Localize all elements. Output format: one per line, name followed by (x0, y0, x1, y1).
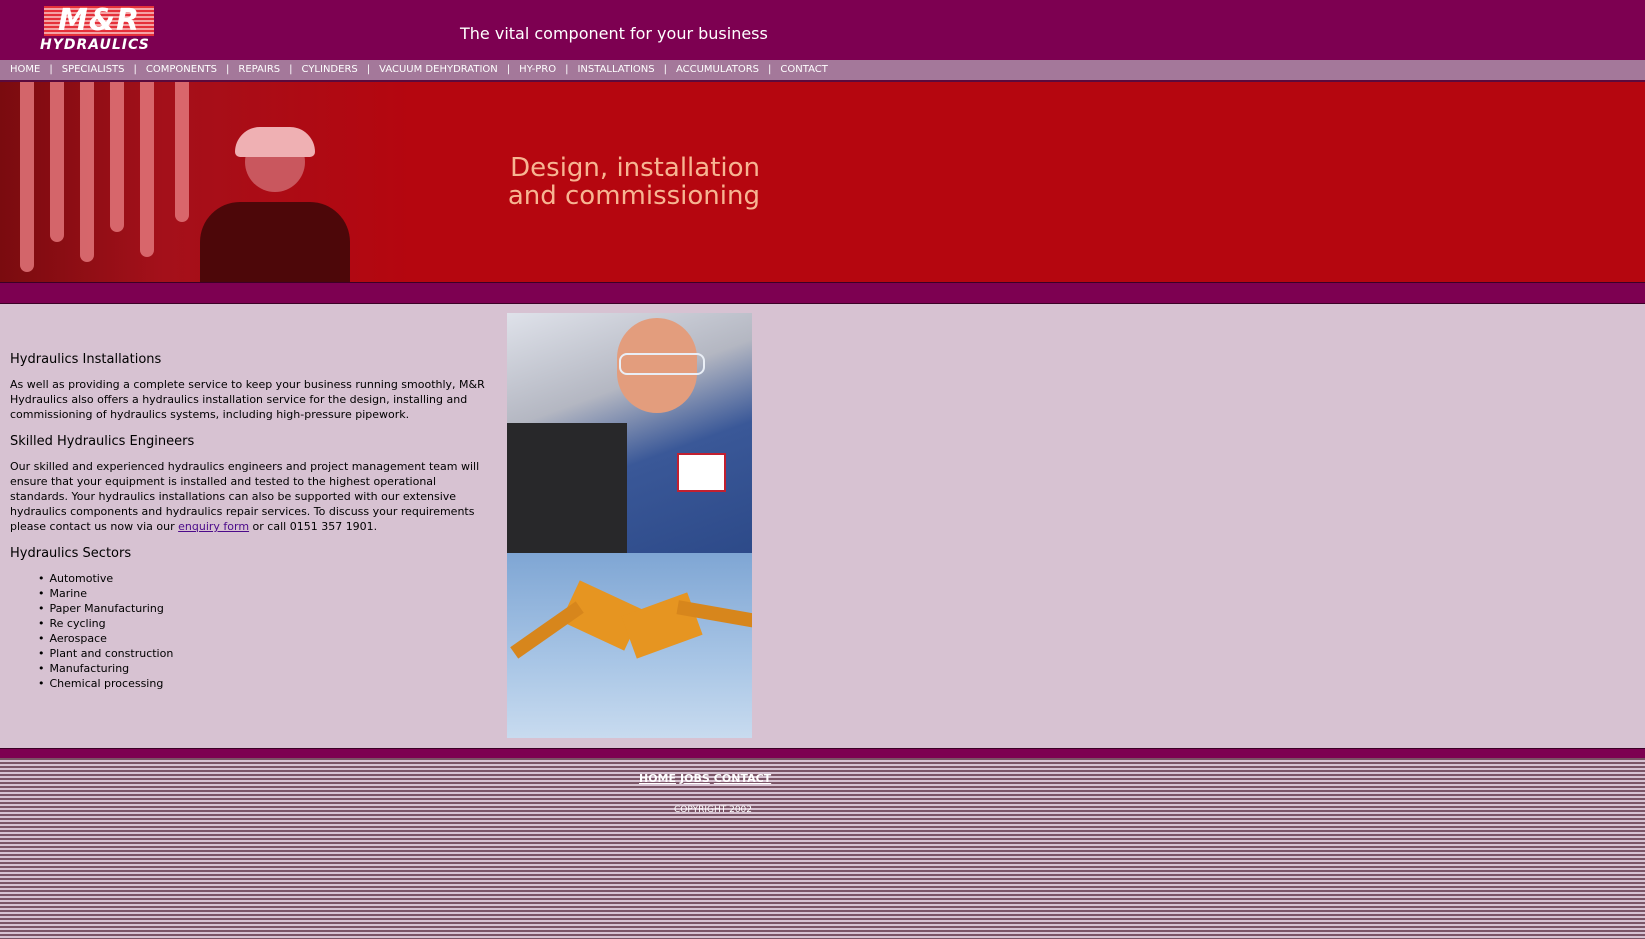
divider-strip (0, 282, 1645, 304)
sector-item: Marine (38, 586, 490, 601)
enquiry-form-link[interactable]: enquiry form (178, 520, 249, 533)
nav-item-contact[interactable]: CONTACT (780, 64, 827, 75)
engineer-photo (507, 313, 752, 553)
footer-link-home[interactable]: HOME (639, 772, 676, 785)
sectors-list: AutomotiveMarinePaper ManufacturingRe cy… (10, 571, 490, 691)
sector-item: Automotive (38, 571, 490, 586)
heading-engineers: Skilled Hydraulics Engineers (10, 434, 195, 449)
nav-separator: | (506, 64, 511, 75)
excavator-photo (507, 553, 752, 738)
paragraph-installations: As well as providing a complete service … (10, 378, 485, 421)
heading-sectors: Hydraulics Sectors (10, 546, 132, 561)
sector-item: Plant and construction (38, 646, 490, 661)
banner-title: Design, installation and commissioning (470, 154, 760, 210)
main-content: Hydraulics Installations As well as prov… (10, 352, 490, 691)
sector-item: Paper Manufacturing (38, 601, 490, 616)
nav-item-home[interactable]: HOME (10, 64, 40, 75)
heading-installations: Hydraulics Installations (10, 352, 162, 367)
banner-title-line2: and commissioning (507, 181, 760, 211)
footer: HOME JOBS CONTACT COPYRIGHT 2002 (0, 758, 1645, 939)
nav-item-components[interactable]: COMPONENTS (146, 64, 217, 75)
nav-item-cylinders[interactable]: CYLINDERS (302, 64, 358, 75)
hero-banner: Design, installation and commissioning (0, 82, 1645, 282)
nav-separator: | (565, 64, 569, 75)
nav-separator: | (663, 64, 667, 75)
nav-separator: | (226, 64, 230, 75)
nav-separator: | (366, 64, 371, 75)
nav-item-accumulators[interactable]: ACCUMULATORS (676, 64, 759, 75)
nav-items: HOME | SPECIALISTS | COMPONENTS | REPAIRS | CYLI… (10, 64, 828, 75)
nav-separator: | (133, 64, 137, 75)
nav-separator: | (768, 64, 772, 75)
nav-item-vacuum-dehydration[interactable]: VACUUM DEHYDRATION (379, 64, 498, 75)
footer-link-jobs[interactable]: JOBS (680, 772, 710, 785)
footer-link-contact[interactable]: CONTACT (714, 772, 771, 785)
banner-title-line1: Design, installation (510, 153, 760, 183)
logo-mark: M&R (44, 6, 154, 36)
paragraph-engineers: Our skilled and experienced hydraulics e… (10, 460, 480, 533)
nav-separator: | (49, 64, 53, 75)
copyright: COPYRIGHT 2002 (674, 805, 753, 815)
sector-item: Re cycling (38, 616, 490, 631)
logo[interactable]: M&R HYDRAULICS (40, 4, 155, 54)
logo-text: HYDRAULICS (40, 37, 150, 53)
tagline: The vital component for your business (460, 24, 768, 43)
nav-item-hy-pro[interactable]: HY-PRO (519, 64, 556, 75)
footer-links: HOME JOBS CONTACT (639, 772, 771, 785)
sector-item: Chemical processing (38, 676, 490, 691)
banner-photo (0, 82, 410, 282)
nav-separator: | (289, 64, 293, 75)
sector-item: Aerospace (38, 631, 490, 646)
nav-item-repairs[interactable]: REPAIRS (238, 64, 280, 75)
header: M&R HYDRAULICS The vital component for y… (0, 0, 1645, 60)
top-nav: HOME | SPECIALISTS | COMPONENTS | REPAIRS | CYLI… (0, 60, 1645, 82)
sector-item: Manufacturing (38, 661, 490, 676)
nav-item-specialists[interactable]: SPECIALISTS (62, 64, 125, 75)
nav-item-installations[interactable]: INSTALLATIONS (577, 64, 654, 75)
